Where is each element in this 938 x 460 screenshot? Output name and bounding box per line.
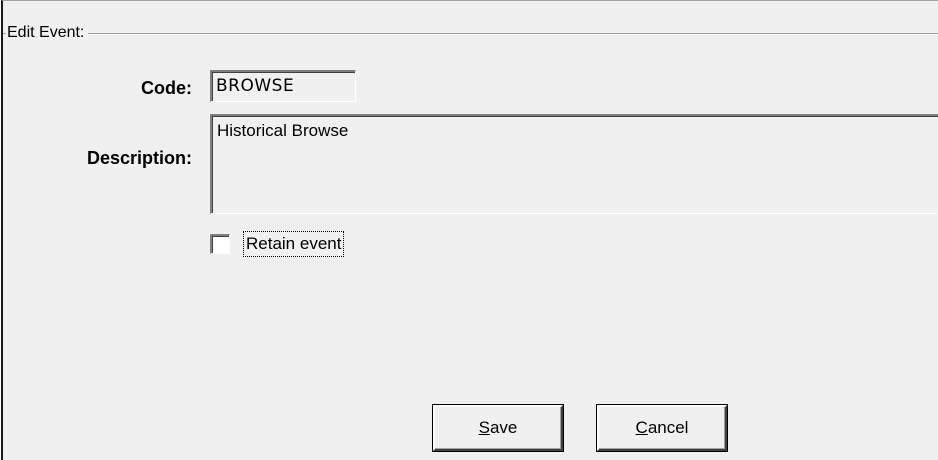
cancel-label: ancel	[647, 418, 689, 437]
description-field[interactable]: Historical Browse	[210, 114, 938, 214]
group-box-border	[7, 33, 938, 35]
save-mnemonic: S	[478, 418, 490, 437]
save-button[interactable]: Save	[433, 405, 563, 451]
retain-event-label[interactable]: Retain event	[243, 231, 345, 257]
code-field[interactable]: BROWSE	[210, 70, 356, 102]
cancel-mnemonic: C	[635, 418, 648, 437]
retain-event-checkbox[interactable]	[210, 234, 230, 254]
edit-event-window: Edit Event: Code: BROWSE Description: Hi…	[1, 0, 938, 460]
description-label: Description:	[86, 148, 192, 168]
group-box-title: Edit Event:	[6, 23, 89, 43]
save-label: ave	[489, 418, 518, 437]
code-label: Code:	[141, 78, 192, 98]
cancel-button[interactable]: Cancel	[597, 405, 727, 451]
